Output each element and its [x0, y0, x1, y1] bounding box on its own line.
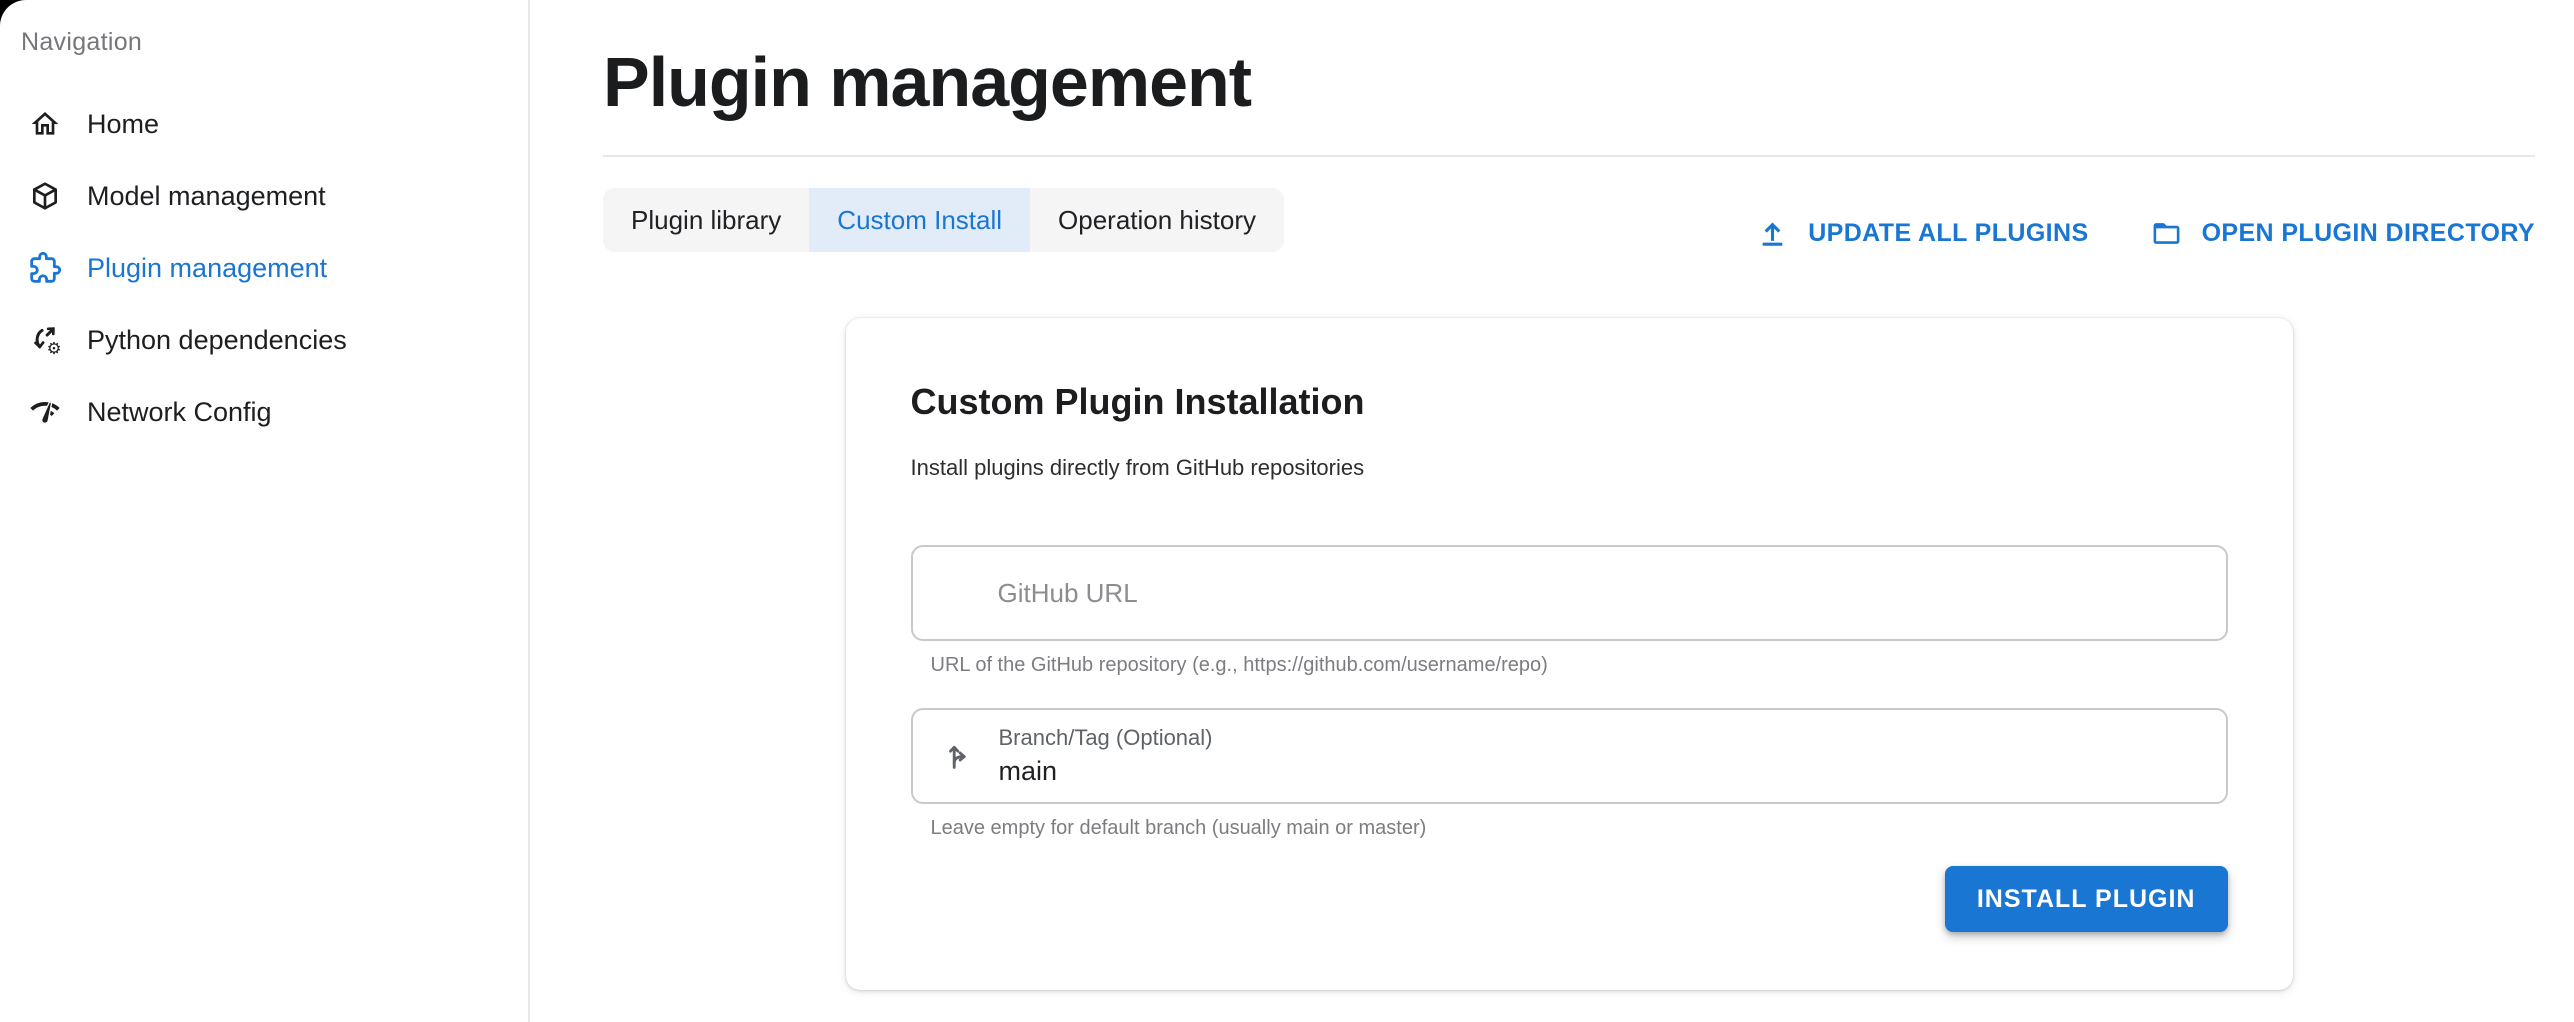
- sidebar-item-label: Home: [87, 109, 159, 140]
- sidebar-item-label: Plugin management: [87, 253, 327, 284]
- sidebar-item-label: Model management: [87, 181, 326, 212]
- home-icon: [29, 108, 61, 140]
- toolbar: Plugin library Custom Install Operation …: [603, 188, 2535, 252]
- sidebar-item-model-management[interactable]: Model management: [0, 160, 528, 232]
- title-divider: [603, 155, 2535, 157]
- open-plugin-directory-label: OPEN PLUGIN DIRECTORY: [2202, 219, 2535, 248]
- sidebar-title: Navigation: [21, 28, 528, 57]
- svg-text:⚙: ⚙: [47, 339, 61, 356]
- tab-custom-install[interactable]: Custom Install: [809, 188, 1030, 252]
- window-corner: [0, 0, 26, 26]
- open-plugin-directory-button[interactable]: OPEN PLUGIN DIRECTORY: [2151, 218, 2535, 249]
- fork-right-icon: [945, 739, 979, 773]
- cube-icon: [29, 180, 61, 212]
- sidebar: Navigation Home Model management: [0, 0, 530, 1022]
- github-url-field: [911, 545, 2228, 641]
- upload-icon: [1757, 218, 1788, 249]
- github-url-helper-text: URL of the GitHub repository (e.g., http…: [931, 654, 2228, 677]
- sidebar-nav-list: Home Model management Plugin management: [0, 88, 528, 448]
- sidebar-item-python-dependencies[interactable]: ⚙ Python dependencies: [0, 304, 528, 376]
- github-url-input[interactable]: [913, 547, 2226, 639]
- sidebar-item-plugin-management[interactable]: Plugin management: [0, 232, 528, 304]
- tab-bar: Plugin library Custom Install Operation …: [603, 188, 1284, 252]
- branch-tag-label: Branch/Tag (Optional): [999, 725, 2199, 751]
- tab-operation-history[interactable]: Operation history: [1030, 188, 1284, 252]
- install-plugin-button[interactable]: INSTALL PLUGIN: [1945, 866, 2228, 932]
- update-all-plugins-button[interactable]: UPDATE ALL PLUGINS: [1757, 218, 2088, 249]
- main-content: Plugin management Plugin library Custom …: [531, 0, 2574, 1022]
- page-title: Plugin management: [603, 47, 2535, 117]
- puzzle-icon: [29, 252, 61, 284]
- tab-plugin-library[interactable]: Plugin library: [603, 188, 809, 252]
- branch-tag-field: Branch/Tag (Optional): [911, 708, 2228, 804]
- toolbar-actions: UPDATE ALL PLUGINS OPEN PLUGIN DIRECTORY: [1757, 218, 2535, 249]
- card-subtitle: Install plugins directly from GitHub rep…: [911, 455, 2228, 481]
- branch-tag-helper-text: Leave empty for default branch (usually …: [931, 817, 2228, 840]
- branch-tag-stack: Branch/Tag (Optional): [999, 725, 2199, 787]
- branch-tag-input[interactable]: [999, 756, 2199, 787]
- sync-gear-icon: ⚙: [29, 324, 61, 356]
- sidebar-item-label: Python dependencies: [87, 325, 347, 356]
- folder-icon: [2151, 218, 2182, 249]
- card-title: Custom Plugin Installation: [911, 381, 2228, 423]
- sidebar-item-label: Network Config: [87, 397, 272, 428]
- card-actions-row: INSTALL PLUGIN: [911, 866, 2228, 932]
- sidebar-item-home[interactable]: Home: [0, 88, 528, 160]
- sidebar-item-network-config[interactable]: Network Config: [0, 376, 528, 448]
- network-check-icon: [29, 396, 61, 428]
- custom-install-card: Custom Plugin Installation Install plugi…: [846, 318, 2293, 990]
- update-all-plugins-label: UPDATE ALL PLUGINS: [1808, 219, 2088, 248]
